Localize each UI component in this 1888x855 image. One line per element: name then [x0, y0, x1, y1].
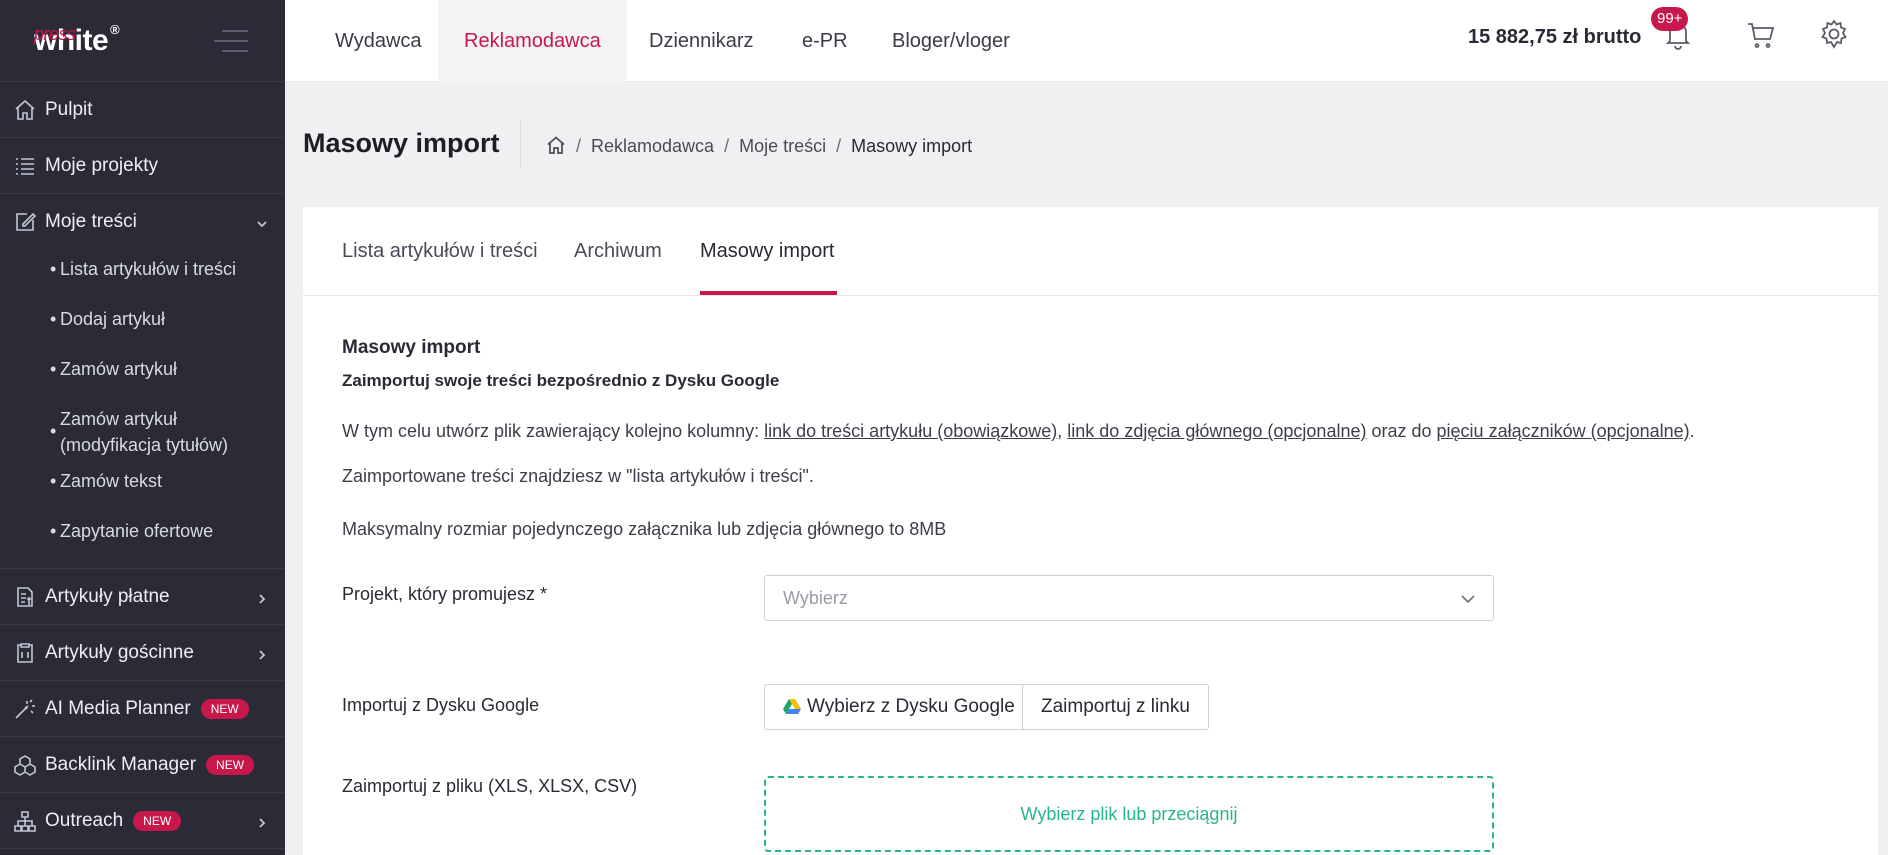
new-badge: NEW	[200, 698, 249, 719]
content-tabs: Lista artykułów i treści Archiwum Masowy…	[303, 207, 1878, 296]
main-card: Lista artykułów i treści Archiwum Masowy…	[303, 207, 1878, 855]
submenu-item-dodaj[interactable]: • Dodaj artykuł	[0, 306, 285, 332]
sidebar-item-artykuly-platne[interactable]: Artykuły płatne	[0, 569, 285, 625]
cubes-icon	[12, 752, 38, 778]
chevron-right-icon	[255, 814, 269, 828]
page-title: Masowy import	[303, 128, 500, 158]
sidebar-item-label: Outreach	[45, 809, 124, 831]
project-select[interactable]: Wybierz	[764, 575, 1494, 621]
sidebar-item-moje-tresci[interactable]: Moje treści	[0, 194, 285, 250]
chevron-down-icon	[1459, 590, 1477, 608]
top-tab-bloger[interactable]: Bloger/vloger	[866, 0, 1036, 82]
breadcrumb-item[interactable]: Reklamodawca	[591, 136, 714, 157]
submenu-item-zamow-artykul[interactable]: • Zamów artykuł	[0, 356, 285, 382]
link-article-content[interactable]: link do treści artykułu (obowiązkowe)	[764, 421, 1057, 441]
sidebar-item-ai-media-planner[interactable]: AI Media Planner NEW	[0, 681, 285, 737]
breadcrumb-current: Masowy import	[851, 136, 973, 156]
sidebar-item-label: Moje treści	[45, 211, 137, 232]
chevron-right-icon	[255, 646, 269, 660]
chevron-right-icon	[255, 590, 269, 604]
section-heading: Masowy import	[342, 337, 481, 358]
list-icon	[12, 153, 38, 179]
submenu-item-zamow-tekst[interactable]: • Zamów tekst	[0, 468, 285, 494]
sidebar-item-label: Backlink Manager	[45, 753, 197, 775]
topbar: Wydawca Reklamodawca Dziennikarz e-PR Bl…	[285, 0, 1888, 82]
sidebar-item-label: Artykuły gościnne	[45, 641, 194, 663]
top-tab-e-pr[interactable]: e-PR	[776, 0, 874, 82]
sidebar-item-label: Artykuły płatne	[45, 585, 170, 607]
submenu-item-zapytanie[interactable]: • Zapytanie ofertowe	[0, 518, 285, 544]
tab-masowy-import[interactable]: Masowy import	[700, 240, 834, 263]
link-attachments[interactable]: pięciu załączników (opcjonalne)	[1437, 421, 1690, 441]
google-drive-icon	[783, 699, 801, 714]
hierarchy-icon	[12, 808, 38, 834]
top-tab-reklamodawca[interactable]: Reklamodawca	[438, 0, 627, 82]
sidebar-item-outreach[interactable]: Outreach NEW	[0, 793, 285, 849]
home-icon	[12, 97, 38, 123]
tab-archiwum[interactable]: Archiwum	[574, 240, 662, 263]
import-from-link-button[interactable]: Zaimportuj z linku	[1022, 684, 1209, 730]
edit-icon	[12, 209, 38, 235]
wand-icon	[12, 696, 38, 722]
breadcrumb: / Reklamodawca / Moje treści / Masowy im…	[546, 133, 972, 160]
active-tab-indicator	[700, 291, 837, 295]
sidebar-item-artykuly-goscinne[interactable]: Artykuły gościnne	[0, 625, 285, 681]
gear-icon[interactable]	[1818, 18, 1854, 54]
sidebar-item-label: Moje projekty	[45, 154, 158, 176]
file-import-label: Zaimportuj z pliku (XLS, XLSX, CSV)	[342, 776, 638, 796]
submenu-item-zamow-modyfikacja[interactable]: • Zamów artykuł (modyfikacja tytułów)	[0, 406, 285, 458]
instructions-text: W tym celu utwórz plik zawierający kolej…	[342, 421, 1695, 441]
breadcrumb-item[interactable]: Moje treści	[739, 136, 826, 157]
info-max-size: Maksymalny rozmiar pojedynczego załączni…	[342, 519, 947, 539]
info-imported-location: Zaimportowane treści znajdziesz w "lista…	[342, 466, 814, 486]
top-tab-dziennikarz[interactable]: Dziennikarz	[623, 0, 779, 82]
submenu-item-lista[interactable]: • Lista artykułów i treści	[0, 256, 285, 282]
sidebar-item-label: AI Media Planner	[45, 697, 191, 719]
home-icon[interactable]	[546, 133, 566, 160]
paid-article-icon	[12, 584, 38, 610]
gdrive-button[interactable]: Wybierz z Dysku Google	[764, 684, 1034, 730]
top-tab-wydawca[interactable]: Wydawca	[309, 0, 448, 82]
sidebar-item-pulpit[interactable]: Pulpit	[0, 82, 285, 138]
file-dropzone[interactable]: Wybierz plik lub przeciągnij	[764, 776, 1494, 852]
hamburger-menu-icon[interactable]	[214, 30, 248, 52]
new-badge: NEW	[206, 754, 255, 775]
link-main-image[interactable]: link do zdjęcia głównego (opcjonalne)	[1067, 421, 1366, 441]
title-divider	[520, 120, 521, 168]
logo-bar: white press ®	[0, 0, 285, 82]
sidebar-item-backlink-manager[interactable]: Backlink Manager NEW	[0, 737, 285, 793]
section-subheading: Zaimportuj swoje treści bezpośrednio z D…	[342, 371, 780, 390]
cart-icon[interactable]	[1745, 18, 1781, 54]
chevron-down-icon	[255, 215, 269, 229]
sidebar: white press ® Pulpit Moje projekty Moje tr…	[0, 0, 285, 855]
sidebar-item-label: Pulpit	[45, 98, 93, 120]
notifications-badge: 99+	[1651, 7, 1689, 31]
submenu-moje-tresci: • Lista artykułów i treści • Dodaj artykuł…	[0, 250, 285, 569]
clipboard-icon	[12, 640, 38, 666]
project-label: Projekt, który promujesz *	[342, 584, 548, 604]
gdrive-label: Importuj z Dysku Google	[342, 695, 540, 715]
tab-lista[interactable]: Lista artykułów i treści	[342, 240, 538, 263]
sidebar-item-moje-projekty[interactable]: Moje projekty	[0, 138, 285, 194]
new-badge: NEW	[133, 810, 182, 831]
account-balance: 15 882,75 zł brutto	[1468, 26, 1642, 48]
logo[interactable]: white press ®	[34, 22, 120, 58]
